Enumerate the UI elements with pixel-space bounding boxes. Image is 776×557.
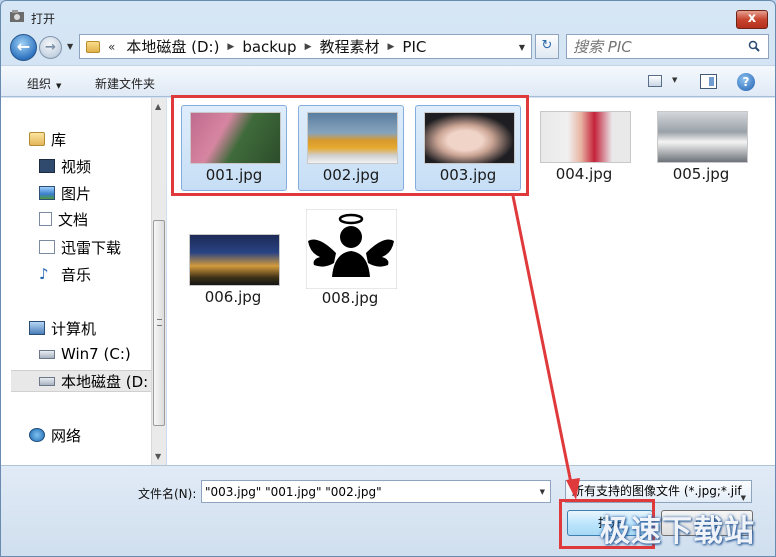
organize-dropdown-icon: ▼ (56, 82, 62, 90)
sidebar-scrollbar[interactable]: ▲ ▼ (151, 98, 166, 465)
command-bar: 组织 ▼ 新建文件夹 ▼ ? (1, 65, 775, 97)
refresh-button[interactable]: ↻ (535, 34, 559, 59)
network-icon (29, 428, 45, 442)
open-file-dialog: 打开 x ← → ▼ « 本地磁盘 (D:) ▶ backup ▶ 教程素材 ▶… (0, 0, 776, 557)
view-dropdown-icon[interactable]: ▼ (672, 76, 677, 84)
breadcrumb-separator-icon[interactable]: ▶ (223, 42, 238, 52)
file-name-label: 005.jpg (672, 165, 730, 183)
breadcrumb-tutorial[interactable]: 教程素材 (315, 36, 383, 57)
recent-pages-dropdown-icon[interactable]: ▼ (67, 42, 76, 51)
navigation-pane: 库 视频 图片 文档 迅雷下载 ♪ 音乐 计算机 Win7 (C:) 本地磁盘 (… (1, 98, 159, 465)
thumbnail-image (657, 111, 748, 163)
download-icon (39, 240, 55, 254)
app-icon (10, 10, 24, 22)
thumbnail-image (189, 234, 280, 286)
title-bar: 打开 x (1, 1, 775, 31)
library-icon (29, 132, 45, 146)
filetype-value: 所有支持的图像文件 (*.jpg;*.jif (572, 484, 742, 498)
thumbnail-image (540, 111, 631, 163)
filename-field[interactable]: ▼ (201, 480, 551, 503)
address-bar[interactable]: « 本地磁盘 (D:) ▶ backup ▶ 教程素材 ▶ PIC ▼ (79, 34, 532, 59)
file-item-005[interactable]: 005.jpg (649, 105, 755, 191)
close-button[interactable]: x (736, 10, 768, 29)
scroll-up-icon[interactable]: ▲ (155, 102, 161, 111)
breadcrumb-drive[interactable]: 本地磁盘 (D:) (122, 36, 223, 57)
organize-menu[interactable]: 组织 ▼ (27, 75, 61, 92)
breadcrumb-separator-icon[interactable]: ▶ (384, 42, 399, 52)
computer-icon (29, 321, 45, 335)
sidebar-item-label: 本地磁盘 (D: (61, 372, 149, 391)
address-overflow-chevron[interactable]: « (108, 40, 115, 54)
organize-label: 组织 (27, 77, 52, 91)
search-box[interactable] (566, 34, 769, 59)
scroll-down-icon[interactable]: ▼ (155, 452, 161, 461)
sidebar-item-label: Win7 (C:) (61, 345, 131, 363)
drive-icon (39, 349, 55, 359)
grip-icon (157, 319, 162, 326)
search-input[interactable] (573, 37, 743, 56)
sidebar-item-label: 迅雷下载 (61, 238, 122, 257)
scrollbar-thumb[interactable] (153, 220, 165, 426)
sidebar-item-label: 图片 (61, 184, 92, 203)
search-icon[interactable] (748, 40, 760, 52)
filename-label: 文件名(N): (138, 487, 197, 501)
sidebar-item-label: 音乐 (61, 265, 92, 284)
sidebar-item-label: 库 (51, 130, 67, 149)
sidebar-item-label: 网络 (51, 426, 82, 445)
change-view-icon[interactable] (648, 75, 662, 87)
back-button[interactable]: ← (10, 34, 37, 61)
help-button[interactable]: ? (737, 73, 755, 91)
new-folder-button[interactable]: 新建文件夹 (95, 75, 155, 92)
folder-icon (86, 40, 100, 53)
angel-avatar-icon (306, 209, 397, 289)
filename-dropdown-icon[interactable]: ▼ (540, 488, 545, 496)
filetype-dropdown-icon: ▼ (740, 494, 746, 502)
watermark-logo: 极速下载站 (600, 514, 755, 549)
file-name-label: 008.jpg (321, 289, 379, 307)
video-icon (39, 159, 55, 173)
address-dropdown-icon[interactable]: ▼ (519, 43, 525, 52)
documents-icon (39, 212, 52, 226)
selection-highlight-annotation (171, 95, 529, 196)
sidebar-item-label: 视频 (61, 157, 92, 176)
window-title: 打开 (31, 12, 56, 26)
preview-pane-icon[interactable] (700, 74, 717, 89)
file-name-label: 006.jpg (204, 288, 262, 306)
sidebar-item-label: 计算机 (51, 319, 97, 338)
drive-icon (39, 376, 55, 386)
breadcrumb-pic[interactable]: PIC (398, 38, 430, 56)
forward-button[interactable]: → (39, 36, 62, 59)
file-name-label: 004.jpg (555, 165, 613, 183)
file-item-006[interactable]: 006.jpg (181, 228, 287, 314)
filename-input[interactable] (205, 483, 525, 500)
pictures-icon (39, 186, 55, 200)
sidebar-item-drive-d[interactable]: 本地磁盘 (D: (11, 370, 159, 392)
breadcrumb-separator-icon[interactable]: ▶ (301, 42, 316, 52)
breadcrumb-backup[interactable]: backup (238, 38, 300, 56)
music-icon: ♪ (39, 265, 49, 283)
file-item-004[interactable]: 004.jpg (532, 105, 638, 191)
sidebar-item-label: 文档 (58, 210, 89, 229)
file-item-008[interactable]: 008.jpg (298, 205, 404, 314)
